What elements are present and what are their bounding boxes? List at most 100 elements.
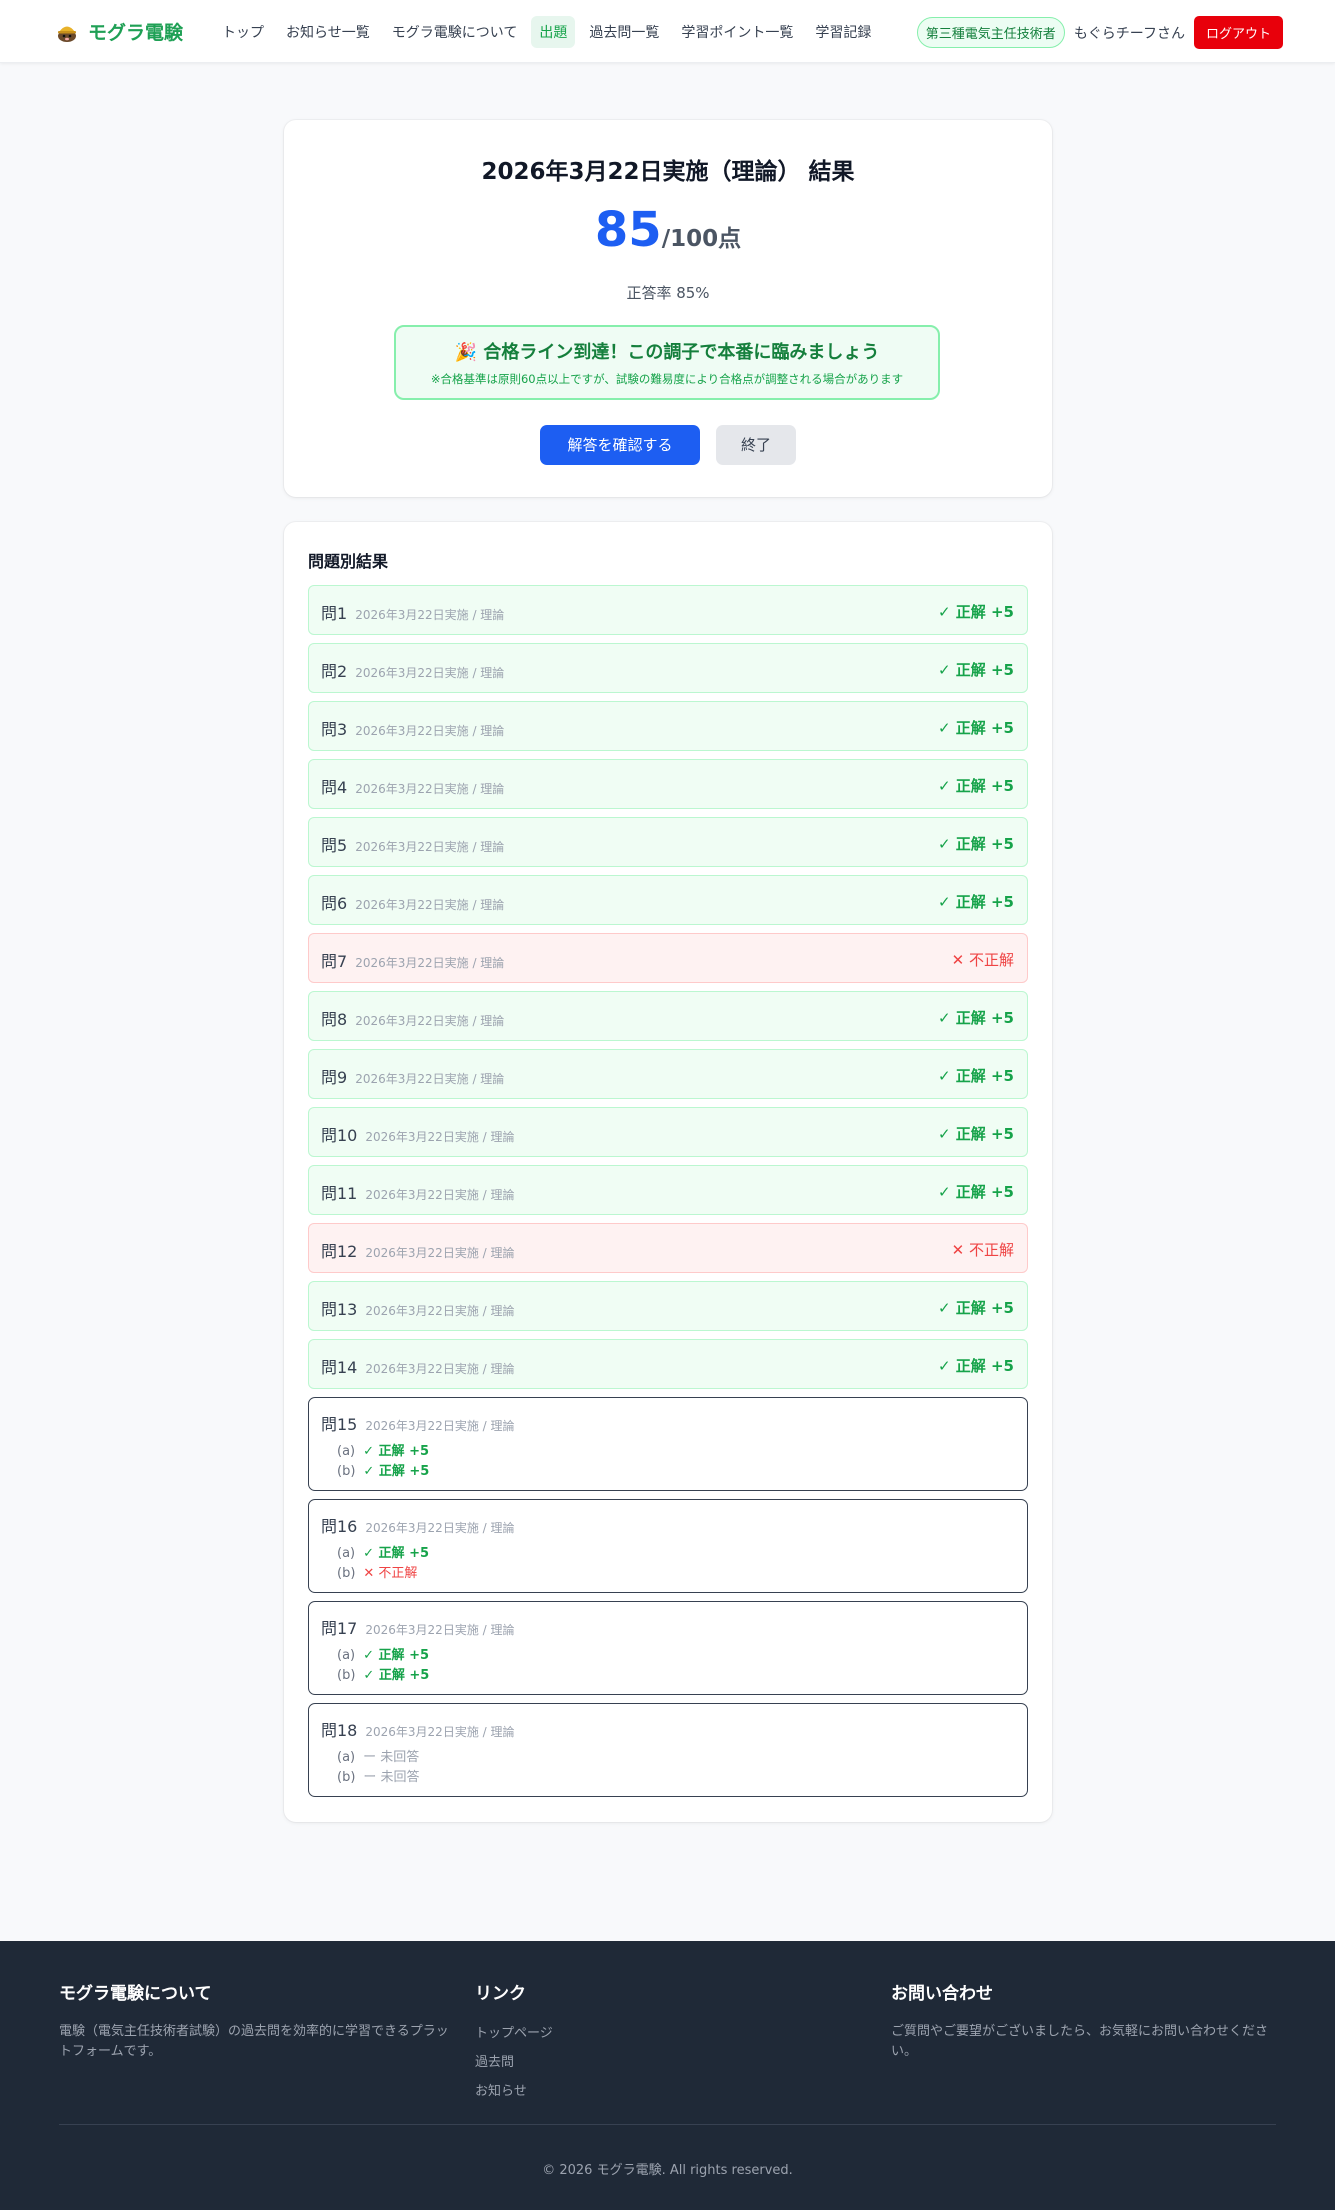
question-row[interactable]: 問11 2026年3月22日実施 / 理論 ✓ 正解 +5 (308, 1165, 1028, 1215)
question-meta: 2026年3月22日実施 / 理論 (355, 956, 505, 970)
sub-question-b: (b) ✓ 正解 +5 (337, 1460, 429, 1479)
question-meta: 2026年3月22日実施 / 理論 (365, 1246, 515, 1260)
sub-question-label: (b) (337, 1668, 356, 1683)
question-meta: 2026年3月22日実施 / 理論 (355, 1014, 505, 1028)
logo-text: モグラ電験 (88, 22, 184, 44)
sub-question-a: (a) ✓ 正解 +5 (337, 1440, 429, 1459)
question-meta: 2026年3月22日実施 / 理論 (355, 666, 505, 680)
correct-status: ✓ 正解 +5 (937, 1357, 1014, 1375)
score-total: /100点 (661, 226, 742, 252)
unanswered-status: ー 未回答 (363, 1750, 420, 1765)
question-row[interactable]: 問9 2026年3月22日実施 / 理論 ✓ 正解 +5 (308, 1049, 1028, 1099)
question-number: 問10 (321, 1126, 358, 1145)
question-block[interactable]: 問17 2026年3月22日実施 / 理論 (a) ✓ 正解 +5 (b) ✓ 正解 +5 (308, 1601, 1028, 1695)
question-block[interactable]: 問18 2026年3月22日実施 / 理論 (a) ー 未回答 (b) ー 未回答 (308, 1703, 1028, 1797)
question-meta: 2026年3月22日実施 / 理論 (355, 1072, 505, 1086)
footer-about-title: モグラ電験について (59, 1984, 212, 2004)
nav-top[interactable]: トップ (214, 16, 272, 48)
correct-status: ✓ 正解 +5 (937, 777, 1014, 795)
question-row[interactable]: 問3 2026年3月22日実施 / 理論 ✓ 正解 +5 (308, 701, 1028, 751)
section-heading: 問題別結果 (308, 552, 389, 571)
question-label-group: 問1 2026年3月22日実施 / 理論 (321, 600, 504, 624)
correct-status: ✓ 正解 +5 (937, 1067, 1014, 1085)
nav-exam[interactable]: 出題 (531, 15, 576, 48)
question-label-group: 問10 2026年3月22日実施 / 理論 (321, 1122, 515, 1146)
review-answers-button[interactable]: 解答を確認する (540, 425, 700, 465)
footer-link-news[interactable]: お知らせ (475, 2080, 865, 2099)
question-label-group: 問14 2026年3月22日実施 / 理論 (321, 1354, 515, 1378)
question-row[interactable]: 問10 2026年3月22日実施 / 理論 ✓ 正解 +5 (308, 1107, 1028, 1157)
question-number: 問14 (321, 1358, 358, 1377)
question-meta: 2026年3月22日実施 / 理論 (365, 1725, 515, 1739)
question-row[interactable]: 問6 2026年3月22日実施 / 理論 ✓ 正解 +5 (308, 875, 1028, 925)
question-row[interactable]: 問7 2026年3月22日実施 / 理論 ✕ 不正解 (308, 933, 1028, 983)
logo[interactable]: モグラ電験 (56, 18, 183, 45)
footer-about-text: 電験（電気主任技術者試験）の過去問を効率的に学習できるプラットフォームです。 (59, 2024, 449, 2059)
copyright: © 2026 モグラ電験. All rights reserved. (542, 2163, 793, 2178)
score-value: 85 (594, 202, 662, 258)
question-row[interactable]: 問13 2026年3月22日実施 / 理論 ✓ 正解 +5 (308, 1281, 1028, 1331)
correct-status: ✓ 正解 +5 (937, 835, 1014, 853)
question-row[interactable]: 問4 2026年3月22日実施 / 理論 ✓ 正解 +5 (308, 759, 1028, 809)
question-number: 問17 (321, 1619, 358, 1638)
correct-status: ✓ 正解 +5 (937, 1125, 1014, 1143)
user-name: もぐらチーフさん (1073, 25, 1185, 42)
footer-contact-title: お問い合わせ (891, 1984, 993, 2004)
question-meta: 2026年3月22日実施 / 理論 (355, 840, 505, 854)
question-row[interactable]: 問14 2026年3月22日実施 / 理論 ✓ 正解 +5 (308, 1339, 1028, 1389)
question-row[interactable]: 問2 2026年3月22日実施 / 理論 ✓ 正解 +5 (308, 643, 1028, 693)
question-block[interactable]: 問15 2026年3月22日実施 / 理論 (a) ✓ 正解 +5 (b) ✓ 正解 +5 (308, 1397, 1028, 1491)
nav-about[interactable]: モグラ電験について (384, 16, 526, 48)
correct-status: ✓ 正解 +5 (363, 1546, 430, 1561)
correct-status: ✓ 正解 +5 (363, 1464, 430, 1479)
sub-question-a: (a) ✓ 正解 +5 (337, 1542, 429, 1561)
question-label-group: 問9 2026年3月22日実施 / 理論 (321, 1064, 504, 1088)
question-row[interactable]: 問1 2026年3月22日実施 / 理論 ✓ 正解 +5 (308, 585, 1028, 635)
footer-links-title: リンク (475, 1984, 526, 2004)
site-header: モグラ電験 トップ お知らせ一覧 モグラ電験について 出題 過去問一覧 学習ポイ… (0, 0, 1335, 63)
wrong-status: ✕ 不正解 (951, 951, 1014, 969)
question-meta: 2026年3月22日実施 / 理論 (365, 1188, 515, 1202)
sub-question-label: (a) (337, 1546, 356, 1561)
score-display: 85/100点 (284, 202, 1052, 258)
sub-question-b: (b) ✓ 正解 +5 (337, 1664, 429, 1683)
footer-link-top[interactable]: トップページ (475, 2022, 865, 2041)
accuracy-rate: 正答率 85% (626, 284, 710, 302)
question-number: 問9 (321, 1068, 348, 1087)
question-row[interactable]: 問5 2026年3月22日実施 / 理論 ✓ 正解 +5 (308, 817, 1028, 867)
question-label-group: 問12 2026年3月22日実施 / 理論 (321, 1238, 515, 1262)
finish-button[interactable]: 終了 (716, 425, 796, 465)
question-row[interactable]: 問12 2026年3月22日実施 / 理論 ✕ 不正解 (308, 1223, 1028, 1273)
nav-study-log[interactable]: 学習記録 (807, 16, 879, 48)
question-block[interactable]: 問16 2026年3月22日実施 / 理論 (a) ✓ 正解 +5 (b) ✕ 不正解 (308, 1499, 1028, 1593)
question-label-group: 問16 2026年3月22日実施 / 理論 (321, 1513, 515, 1537)
nav-study-points[interactable]: 学習ポイント一覧 (673, 16, 801, 48)
question-label-group: 問7 2026年3月22日実施 / 理論 (321, 948, 504, 972)
level-badge[interactable]: 第三種電気主任技術者 (916, 17, 1065, 48)
sub-question-label: (b) (337, 1566, 356, 1581)
question-label-group: 問17 2026年3月22日実施 / 理論 (321, 1615, 515, 1639)
question-list: 問1 2026年3月22日実施 / 理論 ✓ 正解 +5 問2 2026年3月22日実施… (308, 585, 1028, 1805)
question-number: 問18 (321, 1721, 358, 1740)
question-meta: 2026年3月22日実施 / 理論 (365, 1130, 515, 1144)
pass-note: ※合格基準は原則60点以上ですが、試験の難易度により合格点が調整される場合があり… (430, 372, 904, 386)
question-number: 問1 (321, 604, 348, 623)
question-label-group: 問18 2026年3月22日実施 / 理論 (321, 1717, 515, 1741)
footer-link-past-exams[interactable]: 過去問 (475, 2051, 865, 2070)
correct-status: ✓ 正解 +5 (937, 661, 1014, 679)
question-number: 問7 (321, 952, 348, 971)
nav-past-exams[interactable]: 過去問一覧 (581, 16, 667, 48)
correct-status: ✓ 正解 +5 (363, 1668, 430, 1683)
logout-button[interactable]: ログアウト (1193, 16, 1283, 49)
site-footer: モグラ電験について 電験（電気主任技術者試験）の過去問を効率的に学習できるプラッ… (0, 1941, 1335, 2210)
question-number: 問2 (321, 662, 348, 681)
question-label-group: 問11 2026年3月22日実施 / 理論 (321, 1180, 515, 1204)
nav-news[interactable]: お知らせ一覧 (278, 16, 378, 48)
question-meta: 2026年3月22日実施 / 理論 (355, 724, 505, 738)
question-meta: 2026年3月22日実施 / 理論 (365, 1304, 515, 1318)
correct-status: ✓ 正解 +5 (937, 893, 1014, 911)
footer-about: モグラ電験について 電験（電気主任技術者試験）の過去問を効率的に学習できるプラッ… (59, 1979, 449, 2062)
sub-question-label: (a) (337, 1444, 356, 1459)
question-row[interactable]: 問8 2026年3月22日実施 / 理論 ✓ 正解 +5 (308, 991, 1028, 1041)
question-meta: 2026年3月22日実施 / 理論 (365, 1521, 515, 1535)
